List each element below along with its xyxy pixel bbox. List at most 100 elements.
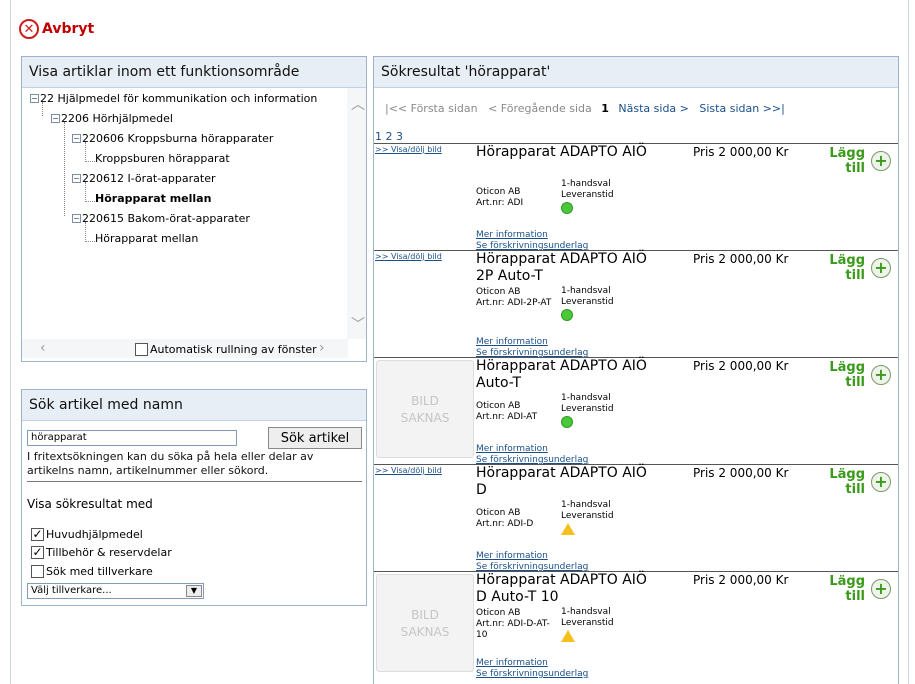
add-to-cart-label[interactable]: Lägg till xyxy=(823,467,865,497)
search-input[interactable]: hörapparat xyxy=(27,430,237,446)
toggle-image-link[interactable]: >> Visa/dölj bild xyxy=(375,145,442,154)
scroll-down-icon[interactable]: ﹀ xyxy=(351,314,365,334)
tree-leaf-horapparat-mellan-selected[interactable]: Hörapparat mellan xyxy=(95,192,211,205)
result-delivery: 1-handsval Leveranstid xyxy=(561,286,614,325)
result-links: Mer information Se förskrivningsunderlag xyxy=(476,551,588,573)
delivery-text: 1-handsval xyxy=(561,286,611,296)
tree-node-220606[interactable]: −220606 Kroppsburna hörapparater xyxy=(72,132,273,145)
collapse-icon[interactable]: − xyxy=(51,114,60,123)
manufacturer-select[interactable]: Välj tillverkare... ▼ xyxy=(27,583,204,599)
add-to-cart-label[interactable]: Lägg till xyxy=(823,360,865,390)
result-title[interactable]: Hörapparat ADAPTO AIÖ Auto-T xyxy=(476,358,656,392)
more-info-link[interactable]: Mer information xyxy=(476,551,588,562)
show-results-with-label: Visa sökresultat med xyxy=(27,497,153,511)
tree-node-2206[interactable]: −2206 Hörhjälpmedel xyxy=(51,112,173,125)
cancel-button[interactable]: ✕ Avbryt xyxy=(19,19,94,39)
result-delivery: 1-handsval Leveranstid xyxy=(561,500,614,539)
manufacturer-checkbox[interactable] xyxy=(31,565,44,578)
result-vendor: Oticon AB Art.nr: ADI xyxy=(476,187,558,209)
option-manufacturer[interactable]: Sök med tillverkare xyxy=(31,565,153,578)
main-aids-checkbox[interactable]: ✓ xyxy=(31,528,44,541)
result-links: Mer information Se förskrivningsunderlag xyxy=(476,444,588,466)
chevron-down-icon[interactable]: ▼ xyxy=(186,585,202,597)
more-info-link[interactable]: Mer information xyxy=(476,658,588,669)
scroll-right-icon[interactable]: › xyxy=(319,340,325,356)
tree-connector xyxy=(85,142,86,162)
accessories-checkbox[interactable]: ✓ xyxy=(31,546,44,559)
result-vendor: Oticon AB Art.nr: ADI-AT xyxy=(476,401,558,423)
tree-node-22[interactable]: −22 Hjälpmedel för kommunikation och inf… xyxy=(30,92,317,105)
add-plus-icon[interactable]: + xyxy=(871,365,891,385)
collapse-icon[interactable]: − xyxy=(72,174,81,183)
toggle-image-link[interactable]: >> Visa/dölj bild xyxy=(375,252,442,261)
tree-connector xyxy=(85,222,86,242)
status-warning-icon xyxy=(561,630,575,642)
tree-connector xyxy=(86,201,95,202)
first-page-link[interactable]: |<< Första sidan xyxy=(385,102,478,115)
result-row: >> Visa/dölj bild Hörapparat ADAPTO AIÖ 2… xyxy=(374,250,898,358)
last-page-link[interactable]: Sista sidan >>| xyxy=(699,102,784,115)
prev-page-link[interactable]: < Föregående sida xyxy=(488,102,592,115)
result-vendor: Oticon AB Art.nr: ADI-D-AT-10 xyxy=(476,608,558,641)
next-page-link[interactable]: Nästa sida > xyxy=(618,102,688,115)
result-title[interactable]: Hörapparat ADAPTO AIÖ 2P Auto-T xyxy=(476,251,656,285)
add-to-cart-label[interactable]: Lägg till xyxy=(823,146,865,176)
vendor-name: Oticon AB xyxy=(476,508,521,518)
collapse-icon[interactable]: − xyxy=(30,94,39,103)
result-title[interactable]: Hörapparat ADAPTO AIÖ D Auto-T 10 xyxy=(476,572,656,606)
add-plus-icon[interactable]: + xyxy=(871,472,891,492)
tree-connector xyxy=(86,241,95,242)
result-delivery: 1-handsval Leveranstid xyxy=(561,393,614,432)
add-plus-icon[interactable]: + xyxy=(871,258,891,278)
add-text: Lägg xyxy=(829,574,865,589)
option-accessories[interactable]: ✓ Tillbehör & reservdelar xyxy=(31,546,172,559)
no-image-text: BILD xyxy=(411,394,439,408)
status-green-icon xyxy=(561,202,573,214)
add-text: Lägg xyxy=(829,253,865,268)
result-row: BILD SAKNAS Hörapparat ADAPTO AIÖ D Auto-T… xyxy=(374,571,898,680)
auto-scroll-checkbox[interactable] xyxy=(135,343,148,356)
scroll-left-icon[interactable]: ‹ xyxy=(40,340,46,356)
no-image-text: SAKNAS xyxy=(400,411,450,425)
result-links: Mer information Se förskrivningsunderlag xyxy=(476,658,588,680)
tree-leaf-kroppsburen[interactable]: Kroppsburen hörapparat xyxy=(95,152,230,165)
search-panel-title: Sök artikel med namn xyxy=(22,390,366,421)
result-vendor: Oticon AB Art.nr: ADI-2P-AT xyxy=(476,287,558,309)
function-tree: −22 Hjälpmedel för kommunikation och inf… xyxy=(22,88,348,339)
collapse-icon[interactable]: − xyxy=(72,134,81,143)
more-info-link[interactable]: Mer information xyxy=(476,230,588,241)
vendor-name: Oticon AB xyxy=(476,287,521,297)
add-text: Lägg xyxy=(829,467,865,482)
tree-vertical-scrollbar[interactable]: ︿ ﹀ xyxy=(347,88,366,339)
cancel-x-icon: ✕ xyxy=(19,19,39,39)
delivery-text: 1-handsval xyxy=(561,607,611,617)
add-text: till xyxy=(845,482,865,497)
page-numbers[interactable]: 1 2 3 xyxy=(375,130,403,143)
search-button[interactable]: Sök artikel xyxy=(268,427,362,449)
add-to-cart-label[interactable]: Lägg till xyxy=(823,253,865,283)
pager: |<< Första sidan < Föregående sida 1 Näs… xyxy=(385,102,785,115)
delivery-text: 1-handsval xyxy=(561,179,611,189)
add-plus-icon[interactable]: + xyxy=(871,151,891,171)
prescription-link[interactable]: Se förskrivningsunderlag xyxy=(476,669,588,680)
vendor-name: Oticon AB xyxy=(476,187,521,197)
tree-leaf-horapparat-mellan[interactable]: Hörapparat mellan xyxy=(95,232,198,245)
auto-scroll-option[interactable]: Automatisk rullning av fönster xyxy=(135,343,317,356)
result-row: BILD SAKNAS Hörapparat ADAPTO AIÖ Auto-T Ot… xyxy=(374,357,898,466)
tree-node-220612[interactable]: −220612 I-örat-apparater xyxy=(72,172,216,185)
article-number: Art.nr: ADI-AT xyxy=(476,412,538,422)
scroll-up-icon[interactable]: ︿ xyxy=(351,94,365,114)
add-to-cart-label[interactable]: Lägg till xyxy=(823,574,865,604)
option-main-aids[interactable]: ✓ Huvudhjälpmedel xyxy=(31,528,143,541)
toggle-image-link[interactable]: >> Visa/dölj bild xyxy=(375,466,442,475)
result-title[interactable]: Hörapparat ADAPTO AIÖ D xyxy=(476,465,656,499)
tree-node-220615[interactable]: −220615 Bakom-örat-apparater xyxy=(72,212,250,225)
more-info-link[interactable]: Mer information xyxy=(476,337,588,348)
add-plus-icon[interactable]: + xyxy=(871,579,891,599)
search-panel: Sök artikel med namn hörapparat Sök arti… xyxy=(21,389,367,606)
result-title[interactable]: Hörapparat ADAPTO AIÖ xyxy=(476,144,656,161)
collapse-icon[interactable]: − xyxy=(72,214,81,223)
article-number: Art.nr: ADI-D-AT-10 xyxy=(476,619,550,640)
status-green-icon xyxy=(561,416,573,428)
more-info-link[interactable]: Mer information xyxy=(476,444,588,455)
